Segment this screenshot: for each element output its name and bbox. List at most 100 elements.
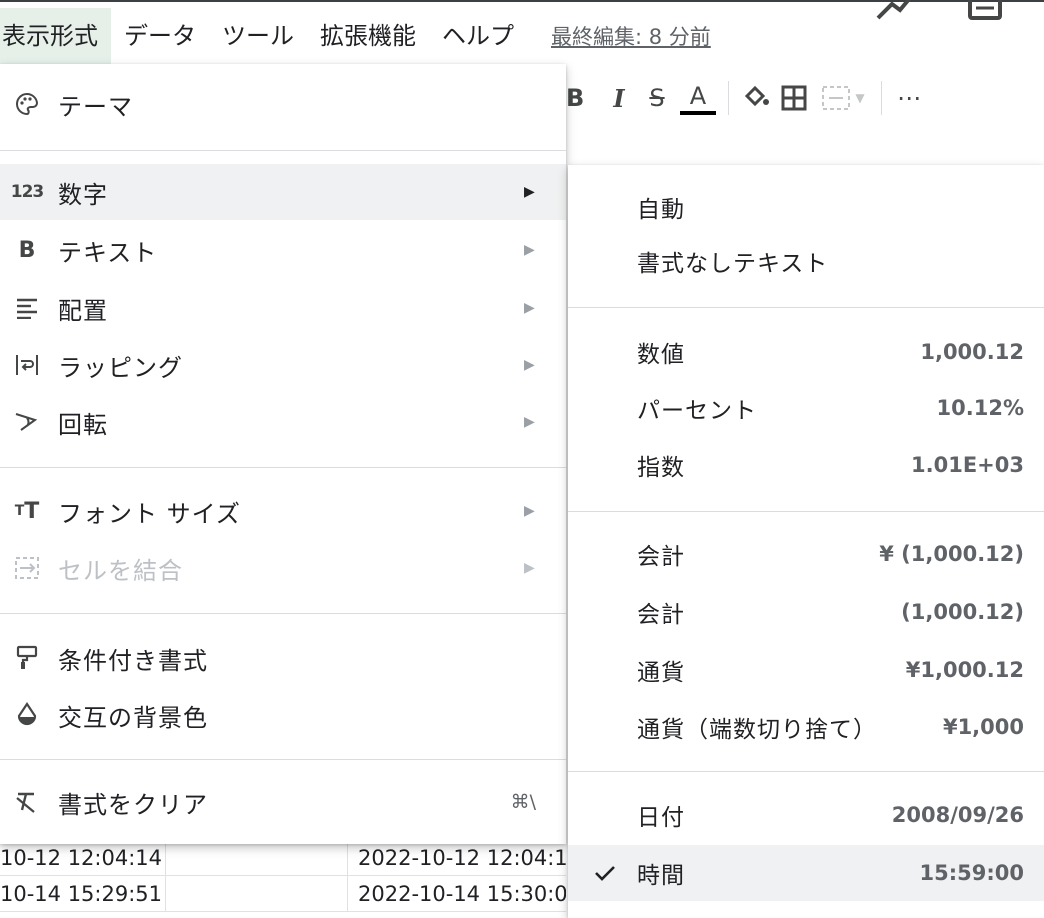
submenu-item-label: 数値 [637, 342, 685, 368]
submenu-item-label: パーセント [637, 398, 757, 424]
toolbar: B I S A ▼ ⋯ [566, 70, 1044, 126]
menu-item-alignment[interactable]: 配置 ▶ [0, 280, 566, 336]
more-button[interactable]: ⋯ [890, 78, 928, 118]
menu-item-theme[interactable]: テーマ [0, 76, 566, 132]
menu-item-label: テーマ [58, 92, 133, 121]
bold-button[interactable]: B [566, 78, 586, 118]
menu-item-label: フォント サイズ [58, 499, 241, 528]
submenu-item-date[interactable]: 日付 2008/09/26 [568, 787, 1044, 843]
header-actions [870, 0, 1044, 22]
menu-item-wrapping[interactable]: ラッピング ▶ [0, 337, 566, 393]
toolbar-divider [728, 81, 729, 115]
menu-item-label: 交互の背景色 [58, 703, 208, 732]
submenu-item-label: 会計 [637, 544, 685, 570]
menu-divider [0, 467, 566, 468]
submenu-item-accounting[interactable]: 会計 ¥ (1,000.12) [568, 526, 1044, 582]
submenu-arrow-icon: ▶ [524, 300, 535, 316]
submenu-item-label: 自動 [637, 197, 685, 223]
grid-cell[interactable]: 2022-10-12 12:04:1 [348, 840, 566, 876]
menu-item-label: 回転 [58, 410, 108, 439]
menu-item-rotation[interactable]: 回転 ▶ [0, 394, 566, 450]
strikethrough-button[interactable]: S [638, 78, 676, 118]
submenu-item-label: 指数 [637, 455, 685, 481]
format-sample: 1.01E+03 [911, 453, 1024, 477]
submenu-item-currency-rounded[interactable]: 通貨（端数切り捨て） ¥1,000 [568, 699, 1044, 755]
menu-item-text[interactable]: B テキスト ▶ [0, 222, 566, 278]
format-sample: 1,000.12 [920, 340, 1024, 364]
submenu-item-automatic[interactable]: 自動 [568, 179, 1044, 235]
sheet-grid: 10-12 12:04:14 2022-10-12 12:04:1 10-14 … [0, 840, 566, 918]
submenu-item-label: 通貨（端数切り捨て） [637, 717, 877, 743]
submenu-item-currency[interactable]: 通貨 ¥1,000.12 [568, 642, 1044, 698]
menu-tools[interactable]: ツール [209, 8, 307, 64]
number-123-icon: 123 [10, 182, 45, 202]
format-sample: ¥1,000.12 [905, 658, 1024, 682]
submenu-item-financial[interactable]: 会計 (1,000.12) [568, 584, 1044, 640]
format-sample: 2008/09/26 [891, 803, 1024, 827]
menu-extensions[interactable]: 拡張機能 [307, 8, 429, 64]
menubar: 表示形式 データ ツール 拡張機能 ヘルプ 最終編集: 8 分前 [0, 8, 711, 64]
last-edit-link[interactable]: 最終編集: 8 分前 [527, 21, 711, 51]
fill-color-button[interactable] [737, 78, 775, 118]
align-icon [10, 291, 44, 325]
menu-divider [0, 759, 566, 760]
submenu-item-label: 時間 [637, 863, 685, 889]
submenu-arrow-icon: ▶ [524, 184, 535, 200]
menu-item-label: ラッピング [58, 353, 183, 382]
check-icon [595, 866, 615, 881]
grid-cell[interactable] [166, 840, 348, 876]
chevron-down-icon: ▼ [855, 91, 865, 105]
menu-divider [568, 307, 1044, 308]
comment-icon[interactable] [966, 0, 1006, 22]
clear-format-icon [10, 785, 44, 819]
menu-item-label: 条件付き書式 [58, 646, 208, 675]
menu-item-label: 配置 [58, 296, 108, 325]
submenu-item-percent[interactable]: パーセント 10.12% [568, 380, 1044, 436]
grid-cell[interactable] [166, 876, 348, 912]
menu-divider [0, 150, 566, 151]
submenu-item-time[interactable]: 時間 15:59:00 [568, 845, 1044, 901]
trend-icon[interactable] [874, 0, 914, 22]
format-menu: テーマ 123 数字 ▶ B テキスト ▶ 配置 ▶ ラッピング ▶ 回転 ▶ [0, 64, 566, 844]
bold-icon: B [18, 237, 36, 263]
submenu-arrow-icon: ▶ [524, 503, 535, 519]
grid-cell[interactable]: 10-14 15:29:51 [0, 876, 166, 912]
menu-divider [0, 613, 566, 614]
rotate-icon [10, 405, 44, 439]
menu-data[interactable]: データ [111, 8, 209, 64]
submenu-item-label: 日付 [637, 805, 685, 831]
merge-icon [822, 86, 851, 110]
italic-button[interactable]: I [600, 78, 638, 118]
table-row: 10-14 15:29:51 2022-10-14 15:30:0 [0, 876, 566, 912]
borders-icon [781, 85, 807, 111]
borders-button[interactable] [775, 78, 813, 118]
text-color-letter: A [689, 81, 707, 110]
submenu-item-scientific[interactable]: 指数 1.01E+03 [568, 437, 1044, 493]
menu-item-label: テキスト [58, 238, 158, 267]
menu-item-merge-cells[interactable]: セルを結合 ▶ [0, 540, 566, 596]
menu-item-font-size[interactable]: TT フォント サイズ ▶ [0, 483, 566, 539]
menu-item-number[interactable]: 123 数字 ▶ [0, 164, 566, 220]
fill-drop-icon [10, 698, 44, 732]
submenu-item-number[interactable]: 数値 1,000.12 [568, 324, 1044, 380]
format-sample: ¥1,000 [942, 715, 1024, 739]
format-sample: (1,000.12) [901, 600, 1024, 624]
paint-bucket-icon [744, 85, 769, 107]
submenu-item-label: 通貨 [637, 660, 685, 686]
menu-item-clear-formatting[interactable]: 書式をクリア ⌘\ [0, 774, 566, 830]
table-row: 10-12 12:04:14 2022-10-12 12:04:1 [0, 840, 566, 876]
menu-format[interactable]: 表示形式 [0, 8, 111, 64]
merge-cells-icon [10, 551, 44, 585]
menu-item-alternating-colors[interactable]: 交互の背景色 [0, 687, 566, 743]
submenu-arrow-icon: ▶ [524, 414, 535, 430]
grid-cell[interactable]: 10-12 12:04:14 [0, 840, 166, 876]
submenu-item-plain-text[interactable]: 書式なしテキスト [568, 233, 1044, 289]
merge-cells-button[interactable]: ▼ [813, 78, 873, 118]
grid-cell[interactable]: 2022-10-14 15:30:0 [348, 876, 566, 912]
toolbar-divider [881, 81, 882, 115]
menu-item-label: 書式をクリア [58, 790, 208, 819]
menu-item-conditional-formatting[interactable]: 条件付き書式 [0, 630, 566, 686]
text-color-button[interactable]: A [676, 78, 720, 118]
menu-help[interactable]: ヘルプ [429, 8, 527, 64]
format-sample: 15:59:00 [919, 861, 1024, 885]
